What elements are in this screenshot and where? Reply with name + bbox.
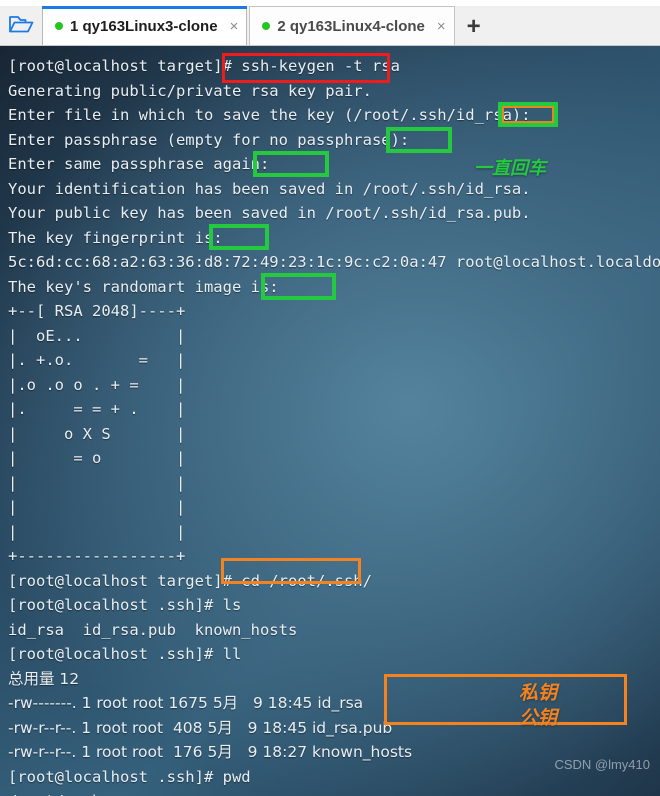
terminal-line: [root@localhost target]# ssh-keygen -t r…	[8, 57, 400, 75]
terminal-line: +--[ RSA 2048]----+	[8, 302, 186, 320]
terminal-lines: [root@localhost target]# ssh-keygen -t r…	[8, 54, 660, 796]
tab-qy163linux4-clone[interactable]: 2 qy163Linux4-clone ×	[249, 6, 455, 45]
terminal-line: 总用量 12	[8, 669, 80, 688]
terminal-output-pane[interactable]: [root@localhost target]# ssh-keygen -t r…	[0, 46, 660, 796]
tab-status-dot-icon	[262, 22, 271, 30]
folder-open-icon[interactable]	[2, 4, 40, 44]
tab-qy163linux3-clone[interactable]: 1 qy163Linux3-clone ×	[42, 6, 248, 45]
terminal-line: +-----------------+	[8, 547, 186, 565]
terminal-line: [root@localhost .ssh]# ls	[8, 596, 242, 614]
tab-label: 1 qy163Linux3-clone	[70, 17, 218, 35]
new-tab-button[interactable]: +	[467, 15, 481, 39]
terminal-line: -rw-r--r--. 1 root root 408 5月 9 18:45 i…	[8, 718, 393, 737]
terminal-line: The key's randomart image is:	[8, 277, 279, 296]
terminal-line: 5c:6d:cc:68:a2:63:36:d8:72:49:23:1c:9c:c…	[8, 253, 660, 271]
terminal-line: | |	[8, 473, 186, 492]
terminal-line: The key fingerprint is:	[8, 228, 223, 247]
terminal-line: -rw-------. 1 root root 1675 5月 9 18:45 …	[8, 694, 364, 712]
terminal-window: 1 qy163Linux3-clone × 2 qy163Linux4-clon…	[0, 0, 660, 796]
annotation-private-key: 私钥	[519, 682, 558, 704]
terminal-line: | |	[8, 498, 186, 516]
watermark: CSDN @lmy410	[554, 757, 650, 772]
terminal-line: Enter same passphrase again:	[8, 155, 270, 173]
terminal-line: Enter file in which to save the key (/ro…	[8, 106, 531, 124]
terminal-line: |. +.o. = |	[8, 351, 186, 369]
tab-bar: 1 qy163Linux3-clone × 2 qy163Linux4-clon…	[0, 0, 660, 46]
annotation-press-enter: 一直回车	[474, 158, 546, 179]
terminal-line: Your identification has been saved in /r…	[8, 179, 531, 198]
terminal-line: |.o .o o . + = |	[8, 375, 186, 394]
terminal-line: | |	[8, 522, 186, 541]
terminal-line: [root@localhost target]# cd /root/.ssh/	[8, 571, 372, 590]
annotation-public-key: 公钥	[519, 707, 558, 729]
terminal-line: Generating public/private rsa key pair.	[8, 81, 372, 100]
terminal-line: | = o |	[8, 449, 186, 467]
close-icon[interactable]: ×	[437, 19, 446, 34]
terminal-line: | o X S |	[8, 424, 186, 443]
terminal-line: Your public key has been saved in /root/…	[8, 204, 531, 222]
tab-status-dot-icon	[55, 22, 63, 30]
terminal-line: Enter passphrase (empty for no passphras…	[8, 130, 410, 149]
terminal-line: id_rsa id_rsa.pub known_hosts	[8, 620, 298, 639]
terminal-line: /root/.ssh	[8, 789, 660, 796]
close-icon[interactable]: ×	[230, 19, 239, 34]
terminal-line: | oE... |	[8, 326, 186, 345]
terminal-line: |. = = + . |	[8, 400, 186, 418]
terminal-line: [root@localhost .ssh]# ll	[8, 645, 242, 663]
tab-label: 2 qy163Linux4-clone	[277, 17, 425, 35]
